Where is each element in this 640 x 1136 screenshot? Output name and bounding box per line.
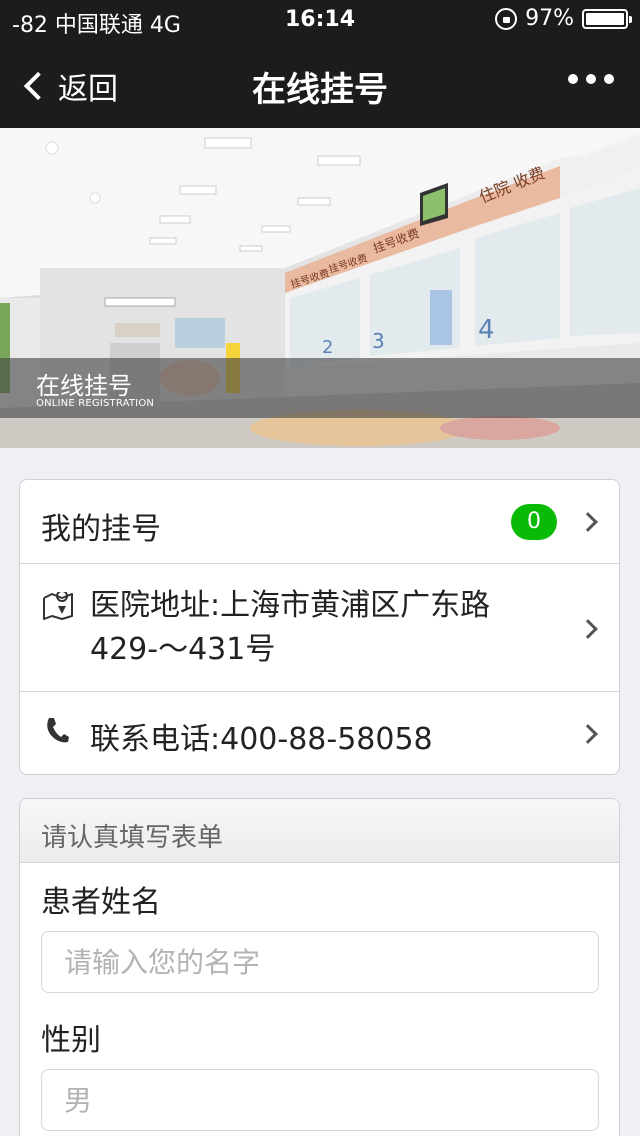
contact-phone-row[interactable]: 联系电话:400-88-58058 xyxy=(20,692,619,774)
banner-subtitle: ONLINE REGISTRATION xyxy=(36,398,155,409)
gender-input[interactable] xyxy=(41,1069,599,1131)
battery-icon xyxy=(582,8,632,29)
info-card: 我的挂号 0 医院地址:上海市黄浦区广东路429-～431号 联系电话:400-… xyxy=(19,479,620,775)
battery-percent: 97% xyxy=(525,6,574,31)
gender-label: 性别 xyxy=(41,1023,101,1058)
status-bar: -82 中国联通 4G 16:14 97% xyxy=(0,0,640,40)
chevron-right-icon xyxy=(578,724,598,744)
contact-phone: 联系电话:400-88-58058 xyxy=(90,722,433,757)
dot-icon xyxy=(586,74,596,84)
map-pin-icon xyxy=(42,590,74,624)
more-options-button[interactable] xyxy=(568,74,614,84)
form-header: 请认真填写表单 xyxy=(20,799,619,863)
dot-icon xyxy=(568,74,578,84)
banner-title: 在线挂号 xyxy=(36,372,132,400)
phone-icon xyxy=(44,716,70,748)
svg-text:4: 4 xyxy=(478,315,495,345)
dot-icon xyxy=(604,74,614,84)
svg-text:3: 3 xyxy=(372,329,385,353)
svg-text:2: 2 xyxy=(322,337,333,358)
status-right: 97% xyxy=(495,6,632,31)
banner-caption: 在线挂号 ONLINE REGISTRATION xyxy=(0,358,640,418)
hospital-address-row[interactable]: 医院地址:上海市黄浦区广东路429-～431号 xyxy=(20,564,619,692)
my-registration-row[interactable]: 我的挂号 0 xyxy=(20,480,619,564)
patient-name-input[interactable] xyxy=(41,931,599,993)
rotation-lock-icon xyxy=(495,7,518,30)
chevron-right-icon xyxy=(578,512,598,532)
my-registration-label: 我的挂号 xyxy=(41,512,161,547)
form-header-text: 请认真填写表单 xyxy=(41,823,224,853)
navigation-bar: 返回 在线挂号 xyxy=(0,40,640,128)
chevron-right-icon xyxy=(578,619,598,639)
registration-count-badge: 0 xyxy=(511,504,557,540)
patient-name-label: 患者姓名 xyxy=(41,885,161,920)
hospital-address: 医院地址:上海市黄浦区广东路429-～431号 xyxy=(90,588,491,667)
page-title: 在线挂号 xyxy=(252,70,388,110)
hospital-hall-banner: 挂号收费 挂号收费 挂号收费 住院 收费 2 3 4 在线挂号 ONLINE R… xyxy=(0,128,640,448)
registration-form: 请认真填写表单 患者姓名 性别 xyxy=(19,798,620,1136)
